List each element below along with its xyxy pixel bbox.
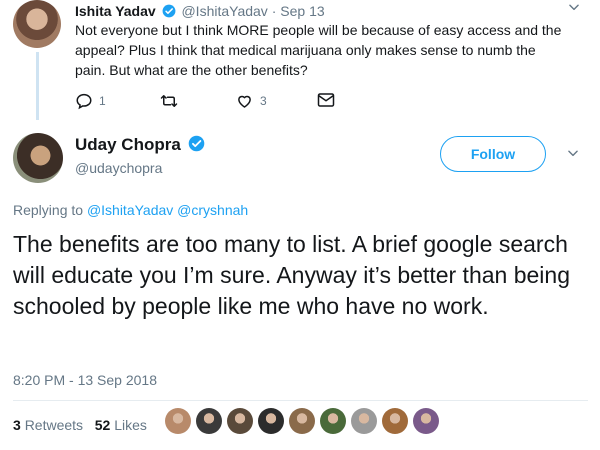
envelope-icon <box>317 93 335 107</box>
likes-count: 52 <box>94 417 111 433</box>
avatar[interactable] <box>13 0 61 48</box>
chevron-down-icon[interactable] <box>567 0 581 19</box>
retweet-action[interactable] <box>159 92 185 110</box>
like-action[interactable]: 3 <box>235 92 267 110</box>
liker-avatars <box>165 408 439 434</box>
author-name[interactable]: Uday Chopra <box>75 135 207 155</box>
liker-avatar[interactable] <box>413 408 439 434</box>
follow-button[interactable]: Follow <box>440 136 546 172</box>
liker-avatar[interactable] <box>196 408 222 434</box>
liker-avatar[interactable] <box>227 408 253 434</box>
reply-count: 1 <box>99 94 106 108</box>
likes-label: Likes <box>114 417 147 433</box>
author-handle[interactable]: @udaychopra <box>75 160 162 176</box>
thread-line <box>36 52 39 120</box>
chevron-down-icon[interactable] <box>566 146 580 165</box>
verified-badge-icon <box>188 135 204 152</box>
likes-stat[interactable]: 52 Likes <box>95 417 147 433</box>
engagement-stats: 3 Retweets 52 Likes <box>13 417 147 433</box>
avatar[interactable] <box>13 133 63 183</box>
liker-avatar[interactable] <box>351 408 377 434</box>
author-name-text: Uday Chopra <box>75 135 181 154</box>
divider <box>13 400 588 401</box>
tweet-text: The benefits are too many to list. A bri… <box>13 231 570 319</box>
parent-author-handle[interactable]: @IshitaYadav <box>181 3 267 19</box>
parent-author-name[interactable]: Ishita Yadav <box>75 3 156 19</box>
retweets-label: Retweets <box>24 417 84 433</box>
liker-avatar[interactable] <box>382 408 408 434</box>
retweets-count: 3 <box>13 417 21 433</box>
reply-icon <box>76 93 92 110</box>
liker-avatar[interactable] <box>320 408 346 434</box>
liker-avatar[interactable] <box>289 408 315 434</box>
heart-icon <box>238 95 251 108</box>
parent-date[interactable]: Sep 13 <box>280 3 324 19</box>
parent-tweet-header: Ishita Yadav @IshitaYadav · Sep 13 <box>75 3 325 19</box>
parent-tweet-actions: 1 3 <box>75 90 375 112</box>
liker-avatar[interactable] <box>258 408 284 434</box>
tweet-timestamp[interactable]: 8:20 PM - 13 Sep 2018 <box>13 372 157 388</box>
like-count: 3 <box>260 94 267 108</box>
mention-link[interactable]: @cryshnah <box>177 202 248 218</box>
reply-action[interactable]: 1 <box>75 92 106 110</box>
parent-tweet-text: Not everyone but I think MORE people wil… <box>75 22 562 78</box>
liker-avatar[interactable] <box>165 408 191 434</box>
replying-to: Replying to @IshitaYadav @cryshnah <box>13 202 248 218</box>
direct-message-action[interactable] <box>317 92 335 108</box>
verified-badge-icon <box>162 4 175 18</box>
replying-prefix: Replying to <box>13 202 84 218</box>
separator-dot: · <box>271 3 277 19</box>
retweets-stat[interactable]: 3 Retweets <box>13 417 83 433</box>
retweet-icon <box>160 95 178 107</box>
mention-link[interactable]: @IshitaYadav <box>87 202 173 218</box>
